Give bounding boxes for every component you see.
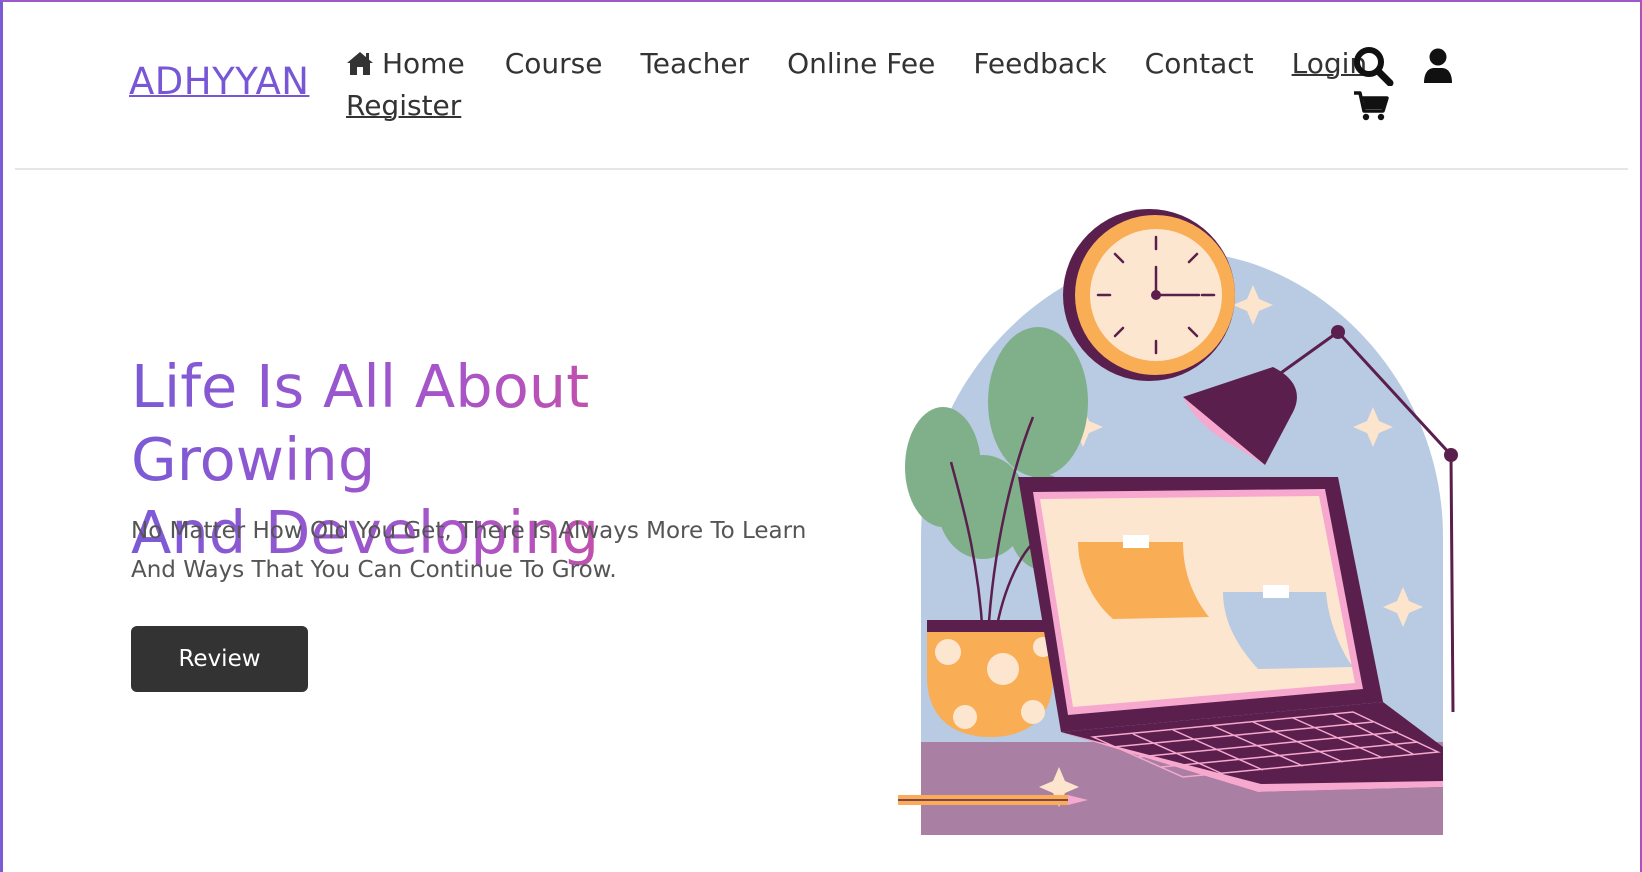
site-header: ADHYYAN Home Course Teacher Online Fee F… <box>15 2 1628 170</box>
nav-teacher[interactable]: Teacher <box>640 47 749 80</box>
logo-link[interactable]: ADHYYAN <box>129 60 309 103</box>
cart-icon[interactable] <box>1353 90 1389 122</box>
main-nav: Home Course Teacher Online Fee Feedback … <box>346 42 1396 126</box>
nav-row-2: Register <box>346 84 1396 126</box>
nav-home[interactable]: Home <box>346 47 465 80</box>
hero-title-line-1: Life Is All About Growing <box>131 352 590 494</box>
nav-row-1: Home Course Teacher Online Fee Feedback … <box>346 42 1396 84</box>
hero-subtitle: No Matter How Old You Get, There Is Alwa… <box>131 512 831 590</box>
review-button[interactable]: Review <box>131 626 308 692</box>
nav-home-label: Home <box>382 46 465 80</box>
hero-subtitle-line-1: No Matter How Old You Get, There Is Alwa… <box>131 518 807 544</box>
search-icon[interactable] <box>1353 46 1395 86</box>
nav-register[interactable]: Register <box>346 89 461 122</box>
nav-course[interactable]: Course <box>505 47 603 80</box>
hero-subtitle-line-2: And Ways That You Can Continue To Grow. <box>131 557 617 583</box>
home-icon <box>347 52 373 75</box>
user-icon[interactable] <box>1423 48 1453 84</box>
nav-online-fee[interactable]: Online Fee <box>787 47 935 80</box>
nav-contact[interactable]: Contact <box>1145 47 1254 80</box>
nav-feedback[interactable]: Feedback <box>973 47 1106 80</box>
hero-illustration <box>898 209 1458 835</box>
header-icons <box>1353 46 1463 124</box>
